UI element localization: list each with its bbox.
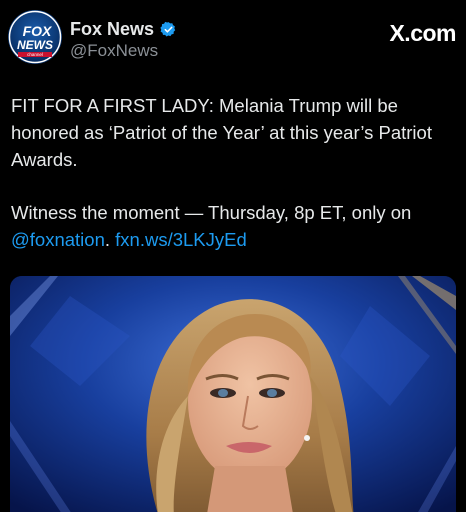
avatar-fox-text: FOX [23, 23, 53, 39]
avatar-news-text: NEWS [17, 38, 53, 52]
separator-text: . [104, 229, 116, 250]
account-handle[interactable]: @FoxNews [70, 41, 158, 61]
avatar[interactable]: FOX NEWS channel [8, 10, 62, 64]
url-link[interactable]: fxn.ws/3LKJyEd [115, 229, 247, 250]
mention-link[interactable]: @foxnation [11, 229, 105, 250]
display-name[interactable]: Fox News [70, 19, 154, 40]
post-paragraph-2: Witness the moment — Thursday, 8p ET, on… [11, 199, 455, 253]
display-name-row: Fox News [70, 18, 177, 40]
post-card: FOX NEWS channel Fox News @FoxNews X.com… [0, 0, 466, 512]
verified-badge-icon [160, 21, 177, 38]
post-header: FOX NEWS channel Fox News @FoxNews X.com [8, 10, 458, 66]
post-paragraph-1: FIT FOR A FIRST LADY: Melania Trump will… [11, 95, 432, 170]
avatar-channel-text: channel [27, 52, 43, 57]
post-paragraph-2-text: Witness the moment — Thursday, 8p ET, on… [11, 202, 412, 223]
post-media-image[interactable] [10, 276, 456, 512]
site-label: X.com [389, 20, 456, 46]
post-text: FIT FOR A FIRST LADY: Melania Trump will… [11, 92, 455, 253]
